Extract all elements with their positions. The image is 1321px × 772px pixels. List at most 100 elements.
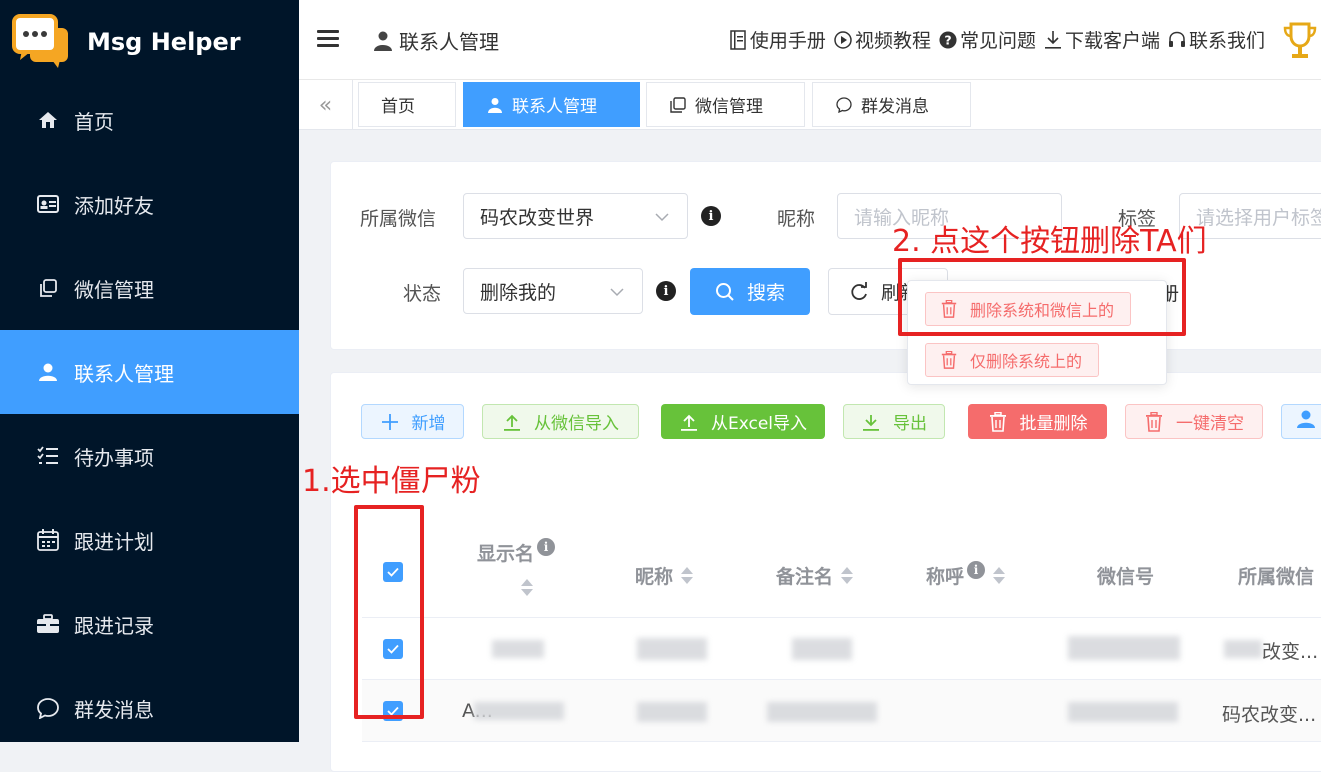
add-button[interactable]: 新增 <box>361 404 464 439</box>
sidebar-item-contacts[interactable]: 联系人管理 <box>0 330 299 414</box>
faq-label: 常见问题 <box>959 30 1036 52</box>
chat-icon <box>36 696 60 720</box>
upload-icon <box>679 412 699 432</box>
info-icon[interactable]: i <box>967 560 986 579</box>
annotation-step1: 1.选中僵尸粉 <box>302 464 481 499</box>
trash-icon <box>988 411 1008 432</box>
sidebar-item-add-friend[interactable]: 添加好友 <box>0 162 299 246</box>
sort-icon[interactable] <box>993 566 1006 586</box>
sort-icon[interactable] <box>521 578 533 598</box>
blurred-remark <box>792 638 852 660</box>
sidebar-item-todo[interactable]: 待办事项 <box>0 414 299 498</box>
tab-wechat-manage[interactable]: 微信管理 <box>646 82 805 127</box>
breadcrumb: 联系人管理 <box>373 26 499 55</box>
clear-all-label: 一键清空 <box>1176 414 1244 434</box>
trash-icon <box>940 350 958 369</box>
import-excel-button[interactable]: 从Excel导入 <box>661 404 825 439</box>
faq-link[interactable]: ? 常见问题 <box>939 26 1036 53</box>
checklist-icon <box>36 444 60 468</box>
blurred-wechat-id <box>1068 636 1180 660</box>
sidebar-item-label: 跟进计划 <box>74 529 154 554</box>
export-button[interactable]: 导出 <box>843 404 945 439</box>
tab-home[interactable]: 首页 <box>358 82 456 127</box>
copy-icon <box>36 276 60 300</box>
video-tutorial-link[interactable]: 视频教程 <box>834 26 931 53</box>
menu-toggle-icon[interactable] <box>317 30 339 50</box>
sidebar-item-mass-message[interactable]: 群发消息 <box>0 666 299 750</box>
top-header: 联系人管理 使用手册 视频教程 ? 常见问题 下载客户端 联系我们 <box>299 0 1321 80</box>
nickname-filter-label: 昵称 <box>777 208 816 230</box>
download-client-link[interactable]: 下载客户端 <box>1044 26 1160 53</box>
download-icon <box>1044 30 1062 50</box>
table-header: 显示名 i 昵称 备注名 称呼 i 微信号 所属微信 <box>362 494 1321 618</box>
batch-delete-button[interactable]: 批量删除 <box>968 404 1107 439</box>
sort-icon[interactable] <box>681 566 694 586</box>
column-wechat-id[interactable]: 微信号 <box>1097 562 1154 589</box>
wechat-select[interactable]: 码农改变世界 <box>463 193 688 239</box>
sidebar-item-label: 群发消息 <box>74 697 154 722</box>
column-salutation[interactable]: 称呼 i <box>926 560 1006 589</box>
column-label: 称呼 <box>926 566 965 588</box>
delete-system-only-option[interactable]: 仅删除系统上的 <box>925 343 1100 377</box>
tabs-bar: « 首页 联系人管理 微信管理 群发消息 <box>299 80 1321 130</box>
clear-all-button[interactable]: 一键清空 <box>1125 404 1263 439</box>
sidebar-item-follow-plan[interactable]: 跟进计划 <box>0 498 299 582</box>
user-icon <box>36 360 60 384</box>
column-owner-wechat[interactable]: 所属微信 <box>1238 562 1314 589</box>
sidebar-item-label: 微信管理 <box>74 277 154 302</box>
status-select-value: 删除我的 <box>480 281 557 304</box>
blurred-display-name <box>474 702 564 720</box>
blurred-owner <box>1224 640 1262 658</box>
annotation-box-dropdown <box>898 258 1186 336</box>
header-links: 使用手册 视频教程 ? 常见问题 下载客户端 联系我们 <box>721 26 1265 53</box>
import-excel-label: 从Excel导入 <box>710 414 808 434</box>
tab-label: 微信管理 <box>695 97 763 117</box>
contact-us-label: 联系我们 <box>1188 30 1265 52</box>
question-icon: ? <box>939 30 957 50</box>
manual-link[interactable]: 使用手册 <box>729 26 826 53</box>
column-nickname[interactable]: 昵称 <box>635 562 694 589</box>
info-icon[interactable]: i <box>656 281 676 301</box>
table-row[interactable]: 改变... <box>362 618 1321 680</box>
sidebar-item-follow-record[interactable]: 跟进记录 <box>0 582 299 666</box>
contact-us-link[interactable]: 联系我们 <box>1168 26 1265 53</box>
wechat-filter-label: 所属微信 <box>360 208 437 230</box>
breadcrumb-label: 联系人管理 <box>399 30 499 54</box>
search-button[interactable]: 搜索 <box>690 268 810 315</box>
chevron-down-icon <box>655 207 669 222</box>
info-icon[interactable]: i <box>701 206 721 226</box>
trophy-icon[interactable] <box>1283 22 1317 60</box>
import-wechat-button[interactable]: 从微信导入 <box>482 404 639 439</box>
double-chevron-left-icon[interactable]: « <box>299 80 353 130</box>
home-icon <box>36 108 60 132</box>
sidebar-item-label: 首页 <box>74 109 114 134</box>
chat-bubbles-logo-icon <box>12 14 72 70</box>
column-remark[interactable]: 备注名 <box>776 562 854 589</box>
column-label: 显示名 <box>477 543 535 565</box>
owner-wechat-cell: 码农改变... <box>1222 704 1317 726</box>
book-icon <box>729 29 747 50</box>
dropdown-option-label: 仅删除系统上的 <box>970 352 1083 371</box>
column-label: 所属微信 <box>1238 566 1315 588</box>
sort-icon[interactable] <box>841 566 854 586</box>
annotation-step2: 2. 点这个按钮删除TA们 <box>892 224 1207 259</box>
download-icon <box>861 412 881 432</box>
user-action-button[interactable] <box>1281 404 1321 439</box>
sidebar-item-label: 跟进记录 <box>74 613 154 638</box>
column-display-name[interactable]: 显示名 i <box>477 537 556 566</box>
table-row[interactable]: A... 码农改变... <box>362 680 1321 742</box>
owner-wechat-cell: 改变... <box>1262 641 1319 663</box>
sidebar-item-home[interactable]: 首页 <box>0 78 299 162</box>
import-wechat-label: 从微信导入 <box>534 414 619 434</box>
plus-icon <box>380 412 400 432</box>
tab-contacts[interactable]: 联系人管理 <box>463 82 640 127</box>
blurred-nickname <box>637 702 707 722</box>
sidebar-item-wechat-manage[interactable]: 微信管理 <box>0 246 299 330</box>
status-select[interactable]: 删除我的 <box>463 268 643 314</box>
info-icon[interactable]: i <box>537 537 556 556</box>
tab-mass-message[interactable]: 群发消息 <box>812 82 971 127</box>
batch-delete-label: 批量删除 <box>1019 414 1088 434</box>
briefcase-icon <box>36 612 60 636</box>
blurred-wechat-id <box>1068 702 1178 722</box>
wechat-select-value: 码农改变世界 <box>480 206 595 229</box>
